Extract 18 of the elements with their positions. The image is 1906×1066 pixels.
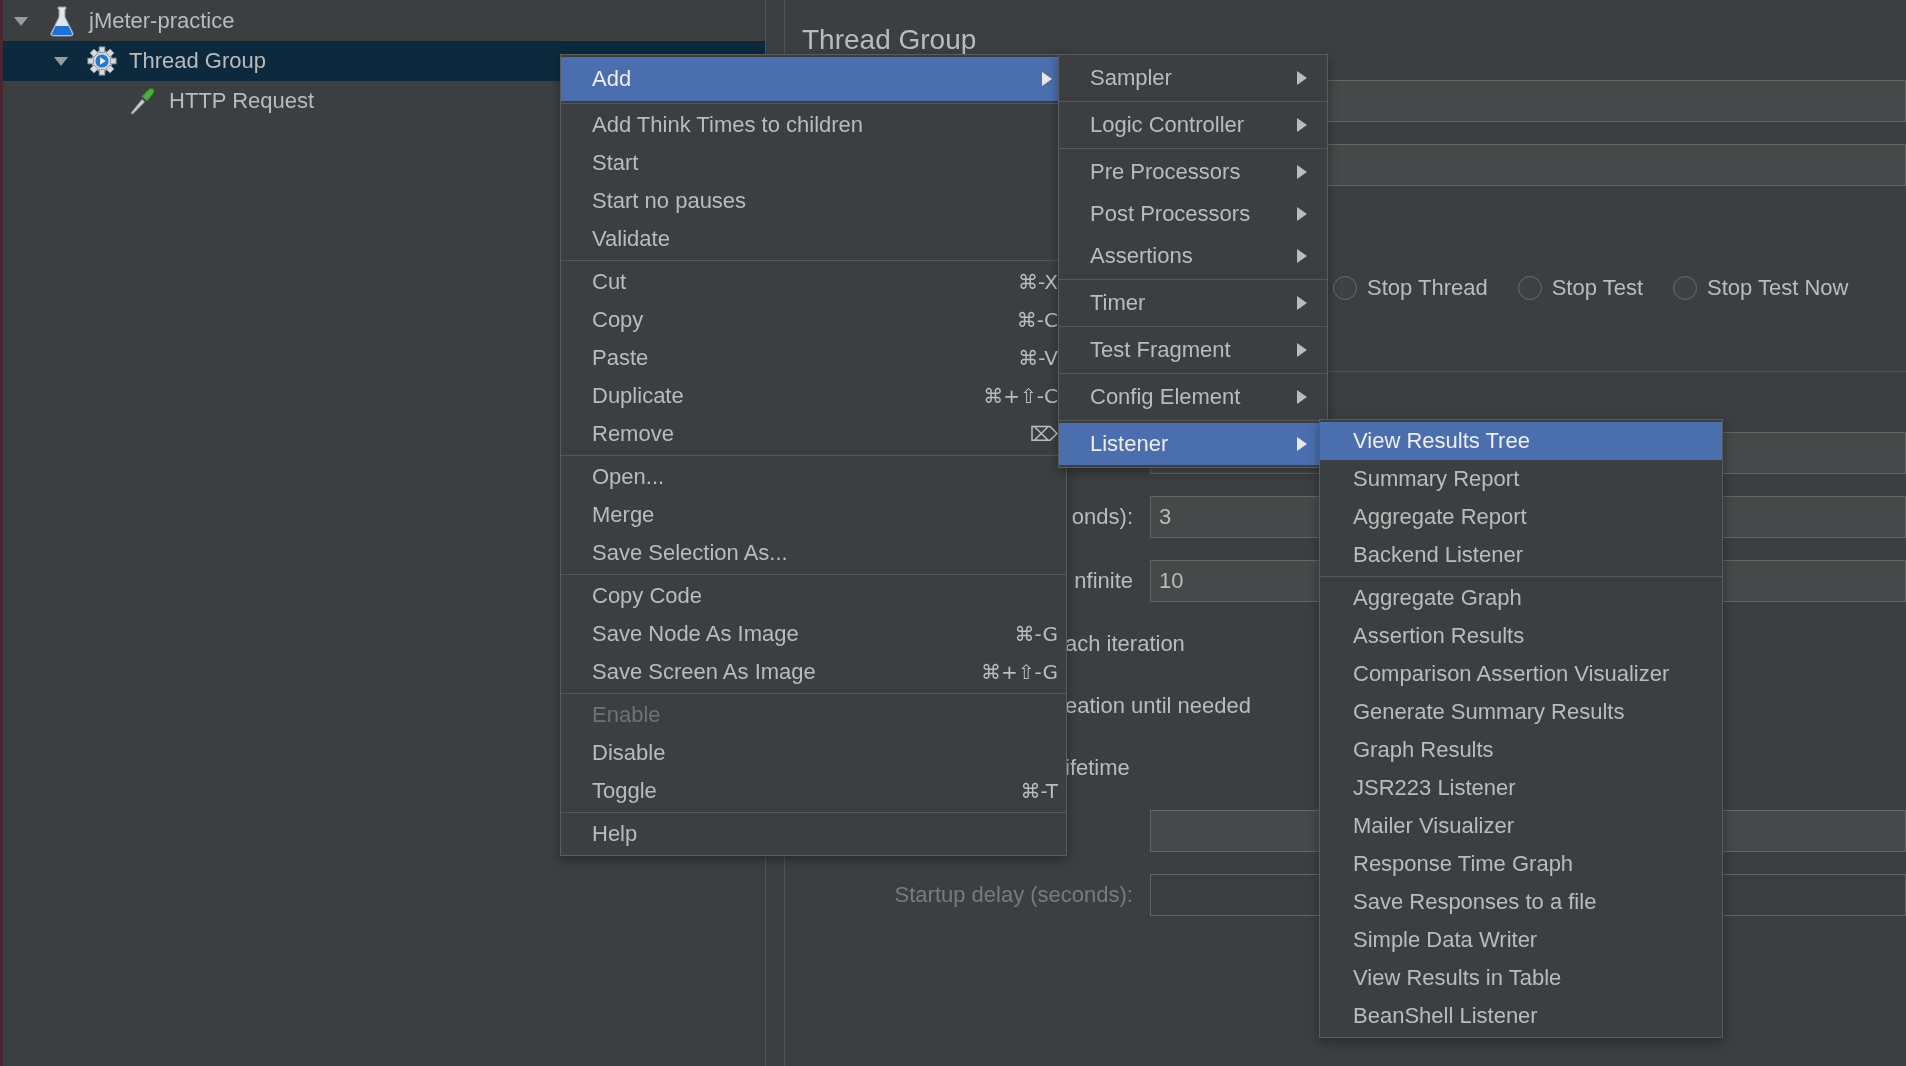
shortcut-label: ⌘-X bbox=[1018, 270, 1058, 294]
shortcut-label: ⌘-G bbox=[1014, 622, 1058, 646]
field-label: nfinite bbox=[1073, 568, 1133, 594]
shortcut-label: ⌘+⇧-C bbox=[983, 384, 1058, 408]
option-label: ach iteration bbox=[1065, 631, 1185, 657]
radio-label: Stop Test bbox=[1551, 275, 1643, 301]
option-label: eation until needed bbox=[1065, 693, 1251, 719]
panel-title: Thread Group bbox=[801, 23, 978, 57]
shortcut-label: ⌘-C bbox=[1016, 308, 1058, 332]
radio-label: Stop Thread bbox=[1367, 275, 1488, 301]
option-label: ifetime bbox=[1065, 755, 1130, 781]
shortcut-label: ⌦ bbox=[1029, 422, 1058, 446]
field-label: Startup delay (seconds): bbox=[893, 882, 1133, 908]
field-label: onds): bbox=[1070, 504, 1133, 530]
shortcut-label: ⌘-T bbox=[1020, 779, 1058, 803]
shortcut-label: ⌘+⇧-G bbox=[981, 660, 1058, 684]
radio-label: Stop Test Now bbox=[1707, 275, 1849, 301]
shortcut-label: ⌘-V bbox=[1018, 346, 1058, 370]
